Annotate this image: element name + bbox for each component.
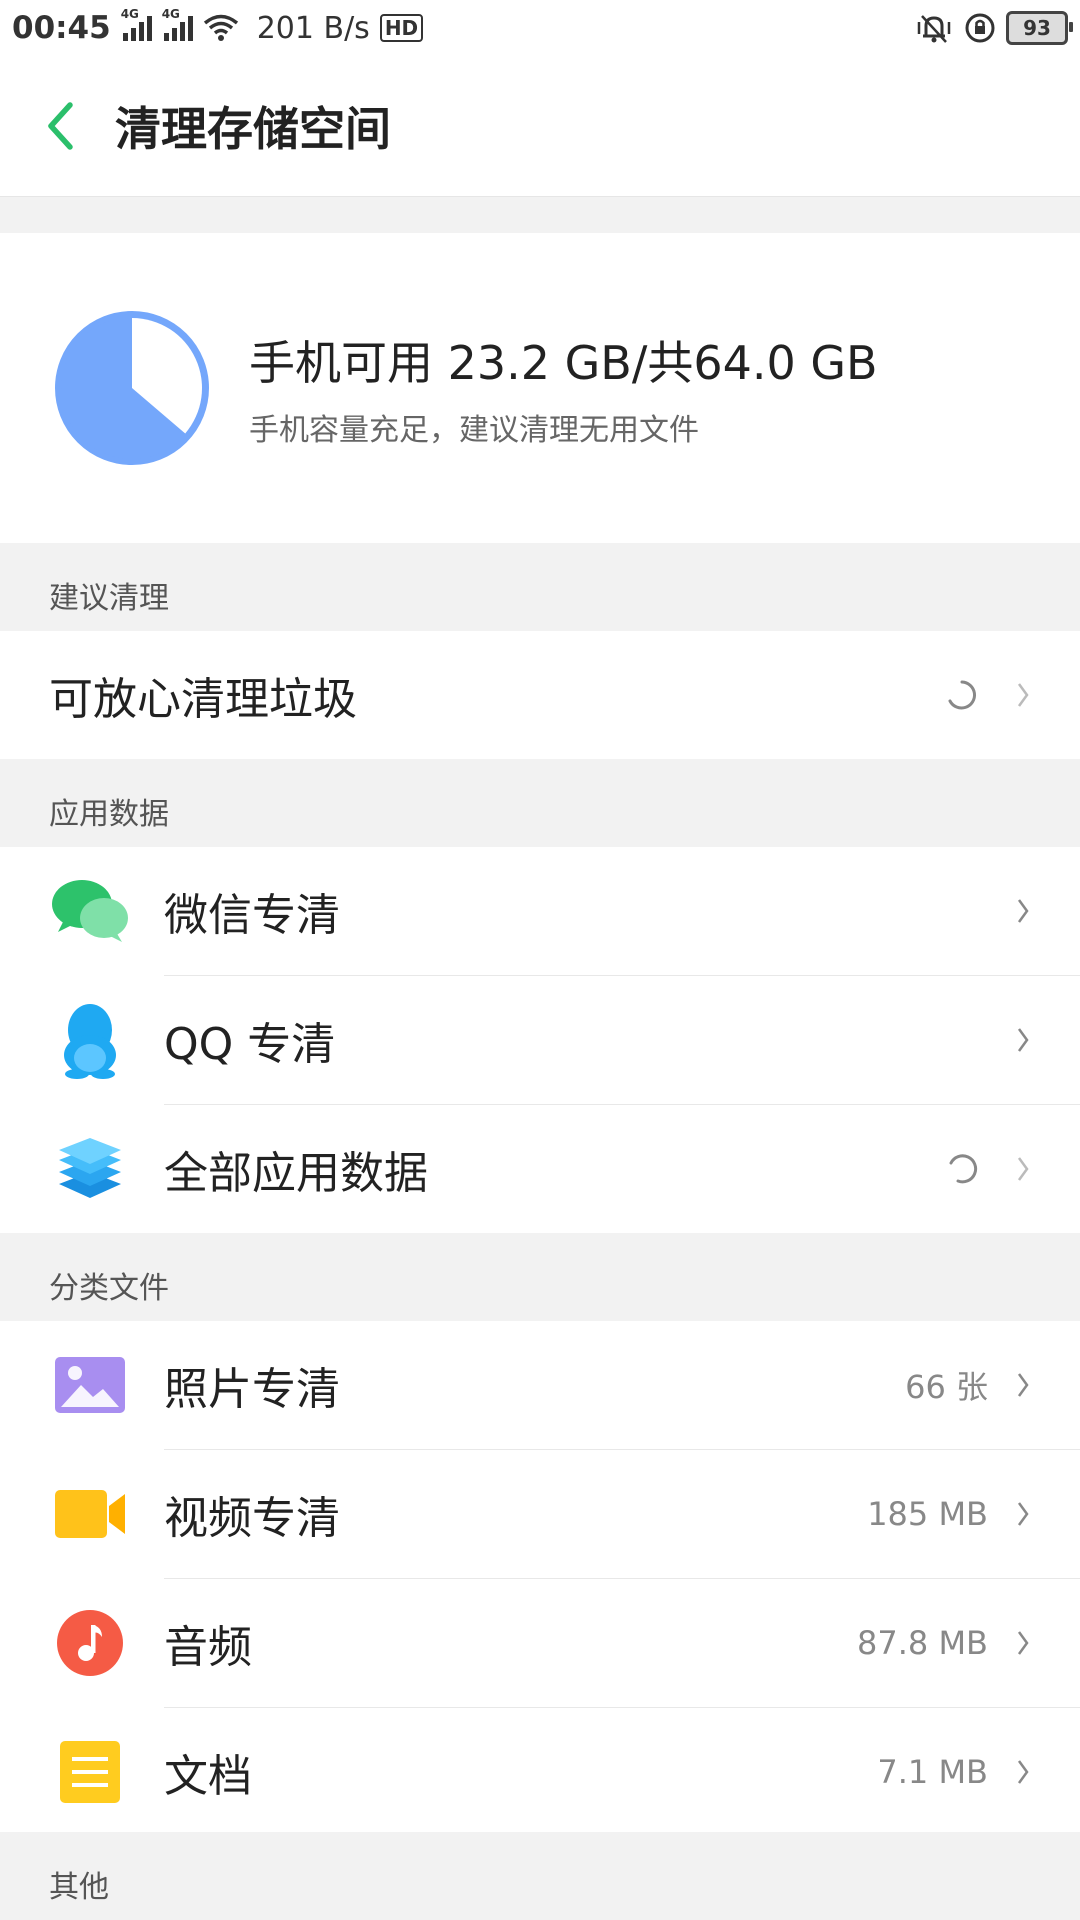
list-item-safe-junk[interactable]: 可放心清理垃圾	[0, 631, 1080, 759]
item-label: 全部应用数据	[164, 1148, 428, 1199]
loading-spinner-icon	[949, 1154, 978, 1184]
music-note-icon	[50, 1603, 130, 1683]
storage-pie	[55, 311, 209, 465]
layers-icon	[50, 1129, 130, 1209]
app-header: 清理存储空间	[0, 56, 1080, 197]
list-item-wechat[interactable]: 微信专清	[0, 847, 1080, 975]
list-item-photos[interactable]: 照片专清 66 张	[0, 1321, 1080, 1449]
back-button[interactable]	[5, 56, 115, 196]
section-suggested: 建议清理	[0, 543, 1080, 631]
page-title: 清理存储空间	[115, 102, 391, 156]
chevron-right-icon	[1008, 897, 1038, 925]
spacer	[0, 197, 1080, 233]
chevron-right-icon	[1008, 1026, 1038, 1054]
loading-spinner-icon	[948, 680, 977, 710]
battery-icon: 93	[1006, 11, 1073, 45]
chevron-right-icon	[1008, 681, 1038, 709]
storage-available-text: 手机可用 23.2 GB/共64.0 GB	[249, 336, 878, 390]
item-label: 视频专清	[164, 1493, 340, 1544]
video-camera-icon	[50, 1474, 130, 1554]
chevron-right-icon	[1008, 1629, 1038, 1657]
chevron-right-icon	[1008, 1371, 1038, 1399]
section-categories: 分类文件	[0, 1233, 1080, 1321]
item-label: 可放心清理垃圾	[49, 674, 357, 725]
network-speed: 201 B/s	[256, 10, 370, 46]
status-time: 00:45	[12, 10, 111, 46]
chevron-right-icon	[1008, 1155, 1038, 1183]
status-bar: 00:45 4G 4G 201 B/s HD 93	[0, 0, 1080, 56]
list-item-all-apps[interactable]: 全部应用数据	[0, 1105, 1080, 1233]
item-value: 87.8 MB	[857, 1624, 988, 1662]
photo-icon	[50, 1345, 130, 1425]
item-value: 66 张	[905, 1368, 988, 1406]
item-label: 文档	[164, 1751, 252, 1802]
wechat-icon	[50, 871, 130, 951]
chevron-left-icon	[48, 102, 73, 150]
list-item-audio[interactable]: 音频 87.8 MB	[0, 1579, 1080, 1707]
qq-penguin-icon	[50, 1000, 130, 1080]
chevron-right-icon	[1008, 1758, 1038, 1786]
item-value: 185 MB	[867, 1495, 988, 1533]
document-icon	[50, 1732, 130, 1812]
rotation-lock-icon	[965, 13, 995, 43]
item-value: 7.1 MB	[877, 1753, 988, 1791]
signal-1-icon: 4G	[121, 7, 152, 41]
list-item-videos[interactable]: 视频专清 185 MB	[0, 1450, 1080, 1578]
section-app-data: 应用数据	[0, 759, 1080, 847]
item-label: 照片专清	[164, 1364, 340, 1415]
list-item-documents[interactable]: 文档 7.1 MB	[0, 1708, 1080, 1836]
chevron-right-icon	[1008, 1500, 1038, 1528]
item-label: 微信专清	[164, 890, 340, 941]
item-label: QQ 专清	[164, 1019, 336, 1070]
hd-icon: HD	[379, 14, 424, 42]
wifi-icon	[203, 14, 238, 41]
signal-2-icon: 4G	[162, 7, 193, 41]
section-other: 其他	[0, 1832, 1080, 1920]
vibrate-bell-icon	[917, 15, 951, 43]
item-label: 音频	[164, 1622, 252, 1673]
storage-summary: 手机可用 23.2 GB/共64.0 GB 手机容量充足，建议清理无用文件	[0, 233, 1080, 543]
list-item-qq[interactable]: QQ 专清	[0, 976, 1080, 1104]
storage-hint-text: 手机容量充足，建议清理无用文件	[249, 413, 699, 448]
